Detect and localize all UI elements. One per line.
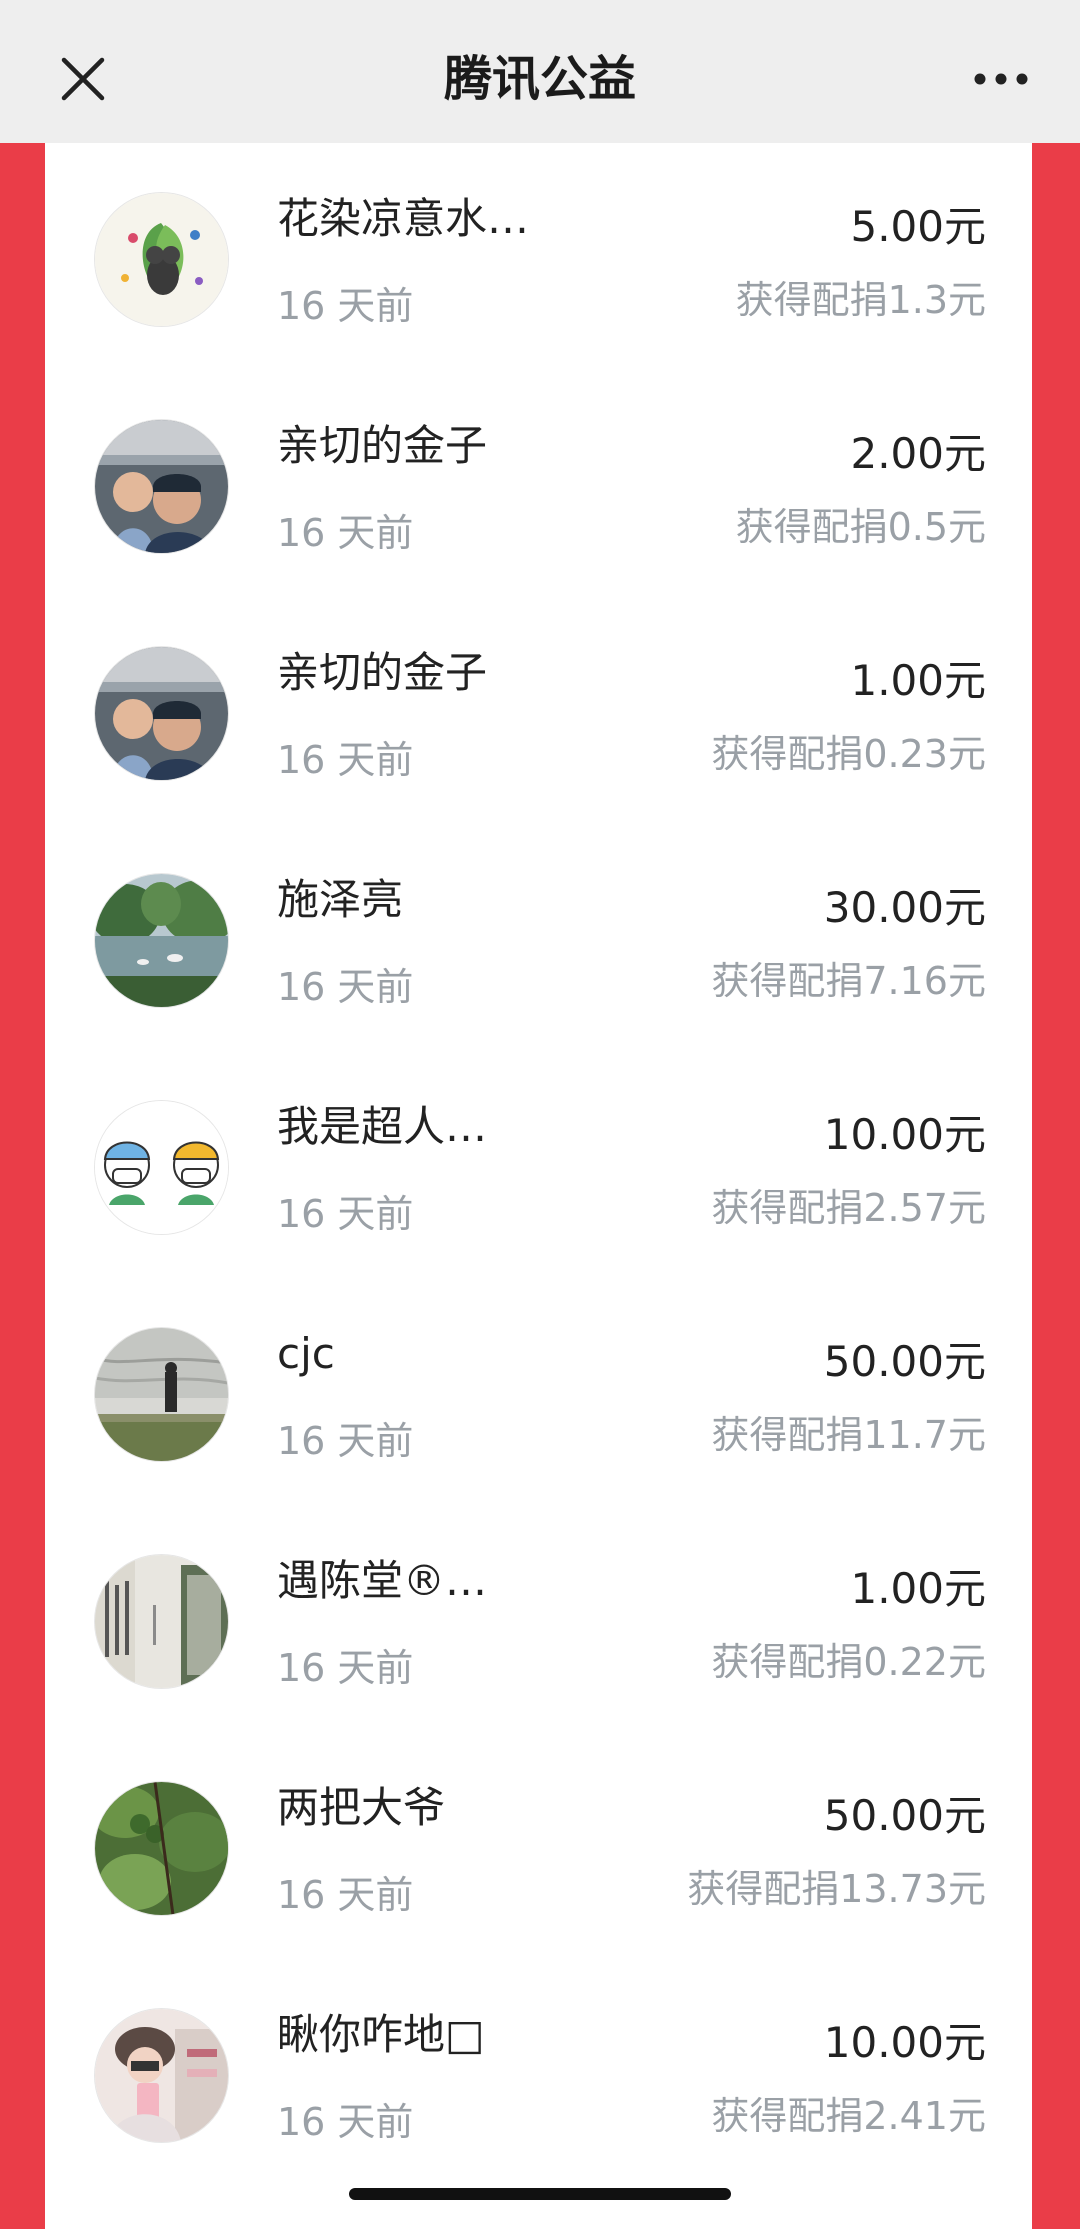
donation-amount: 1.00元 — [850, 656, 986, 705]
donation-time: 16 天前 — [277, 2100, 414, 2144]
donation-row[interactable]: cjc 16 天前 50.00元 获得配捐11.7元 — [45, 1278, 1032, 1505]
donor-name: 遇陈堂®… — [277, 1556, 488, 1605]
donation-time: 16 天前 — [277, 965, 414, 1009]
donation-amount: 1.00元 — [850, 1564, 986, 1613]
matching-amount: 获得配捐11.7元 — [711, 1413, 986, 1457]
donation-time: 16 天前 — [277, 284, 414, 328]
donation-row[interactable]: 两把大爷 16 天前 50.00元 获得配捐13.73元 — [45, 1732, 1032, 1959]
donation-amount: 10.00元 — [823, 1110, 986, 1159]
page-title: 腾讯公益 — [443, 51, 636, 107]
avatar — [95, 193, 228, 326]
navigation-bar: 腾讯公益 — [0, 0, 1080, 143]
donation-row[interactable]: 瞅你咋地□ 16 天前 10.00元 获得配捐2.41元 — [45, 1959, 1032, 2186]
donor-name: 花染凉意水… — [277, 194, 530, 243]
donor-name: 我是超人… — [277, 1102, 488, 1151]
donation-amount: 10.00元 — [823, 2018, 986, 2067]
more-icon — [974, 73, 1028, 85]
matching-amount: 获得配捐0.5元 — [735, 505, 986, 549]
donation-time: 16 天前 — [277, 1192, 414, 1236]
donation-row[interactable]: 花染凉意水… 16 天前 5.00元 获得配捐1.3元 — [45, 143, 1032, 370]
donation-time: 16 天前 — [277, 511, 414, 555]
donation-amount: 50.00元 — [823, 1791, 986, 1840]
donation-time: 16 天前 — [277, 738, 414, 782]
matching-amount: 获得配捐13.73元 — [687, 1867, 986, 1911]
donor-name: 亲切的金子 — [277, 421, 488, 470]
donation-row[interactable]: 亲切的金子 16 天前 2.00元 获得配捐0.5元 — [45, 370, 1032, 597]
donation-amount: 50.00元 — [823, 1337, 986, 1386]
donation-time: 16 天前 — [277, 1419, 414, 1463]
avatar — [95, 1555, 228, 1688]
more-button[interactable] — [966, 44, 1036, 114]
donor-name: 两把大爷 — [277, 1783, 446, 1832]
donation-list: 花染凉意水… 16 天前 5.00元 获得配捐1.3元 亲切的金子 16 天前 … — [45, 143, 1032, 2229]
avatar — [95, 647, 228, 780]
donor-name: cjc — [277, 1329, 335, 1378]
matching-amount: 获得配捐2.57元 — [711, 1186, 986, 1230]
donation-row[interactable]: 遇陈堂®… 16 天前 1.00元 获得配捐0.22元 — [45, 1505, 1032, 1732]
matching-amount: 获得配捐0.23元 — [711, 732, 986, 776]
matching-amount: 获得配捐0.22元 — [711, 1640, 986, 1684]
donation-amount: 2.00元 — [850, 429, 986, 478]
donor-name: 施泽亮 — [277, 875, 404, 924]
avatar — [95, 2009, 228, 2142]
avatar — [95, 1101, 228, 1234]
home-indicator[interactable] — [349, 2188, 731, 2200]
avatar — [95, 1328, 228, 1461]
avatar — [95, 420, 228, 553]
page: 腾讯公益 花染凉意水… 16 天前 5.00元 获得配捐1.3元 亲切的金子 1… — [0, 0, 1080, 2229]
donation-row[interactable]: 施泽亮 16 天前 30.00元 获得配捐7.16元 — [45, 824, 1032, 1051]
matching-amount: 获得配捐2.41元 — [711, 2094, 986, 2138]
donation-amount: 5.00元 — [850, 202, 986, 251]
avatar — [95, 874, 228, 1007]
donor-name: 亲切的金子 — [277, 648, 488, 697]
donation-time: 16 天前 — [277, 1646, 414, 1690]
donation-time: 16 天前 — [277, 1873, 414, 1917]
matching-amount: 获得配捐1.3元 — [735, 278, 986, 322]
donor-name: 瞅你咋地□ — [277, 2010, 485, 2059]
matching-amount: 获得配捐7.16元 — [711, 959, 986, 1003]
donation-row[interactable]: 亲切的金子 16 天前 1.00元 获得配捐0.23元 — [45, 597, 1032, 824]
donation-amount: 30.00元 — [823, 883, 986, 932]
donation-row[interactable]: 我是超人… 16 天前 10.00元 获得配捐2.57元 — [45, 1051, 1032, 1278]
avatar — [95, 1782, 228, 1915]
